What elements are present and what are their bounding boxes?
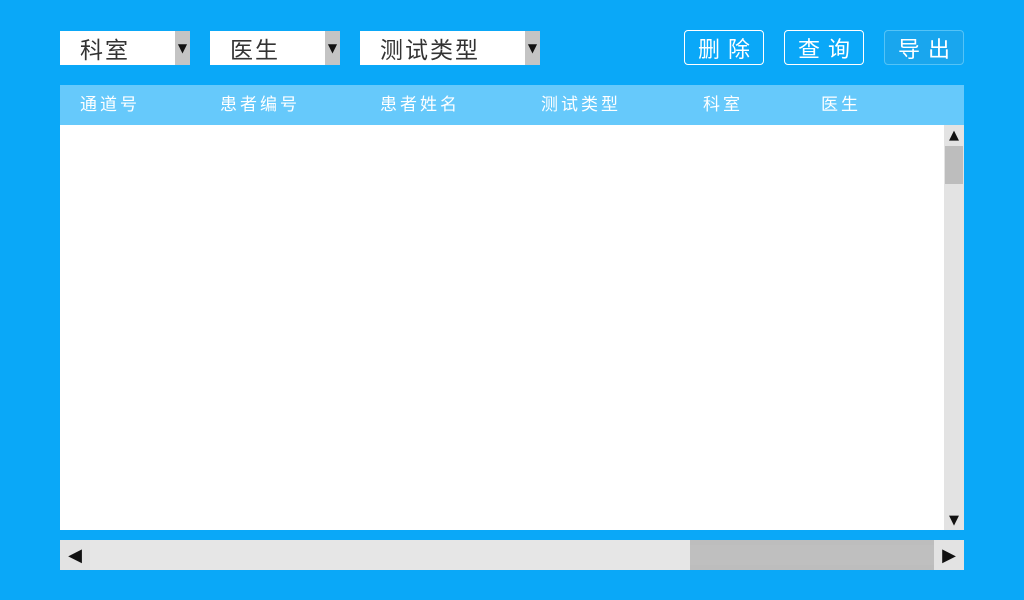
- column-header-department[interactable]: 科室: [703, 85, 743, 125]
- column-header-channel-no[interactable]: 通道号: [80, 85, 140, 125]
- doctor-dropdown[interactable]: 医生 ▼: [210, 31, 340, 65]
- scroll-up-icon[interactable]: ▲: [944, 125, 964, 145]
- chevron-down-icon[interactable]: ▼: [175, 31, 190, 65]
- vertical-scroll-thumb[interactable]: [945, 146, 963, 184]
- delete-button[interactable]: 删除: [684, 30, 764, 65]
- scroll-down-icon[interactable]: ▼: [944, 510, 964, 530]
- query-button[interactable]: 查询: [784, 30, 864, 65]
- test-type-dropdown-label: 测试类型: [380, 38, 480, 64]
- scroll-right-icon[interactable]: ▶: [934, 540, 964, 570]
- export-button[interactable]: 导出: [884, 30, 964, 65]
- chevron-down-icon[interactable]: ▼: [525, 31, 540, 65]
- horizontal-scrollbar[interactable]: ◀ ▶: [60, 540, 964, 570]
- table-header: 通道号 患者编号 患者姓名 测试类型 科室 医生: [60, 85, 964, 125]
- column-header-doctor[interactable]: 医生: [821, 85, 861, 125]
- column-header-patient-id[interactable]: 患者编号: [220, 85, 300, 125]
- doctor-dropdown-label: 医生: [230, 38, 280, 64]
- horizontal-scroll-thumb[interactable]: [90, 540, 690, 570]
- department-dropdown[interactable]: 科室 ▼: [60, 31, 190, 65]
- column-header-patient-name[interactable]: 患者姓名: [380, 85, 460, 125]
- vertical-scrollbar[interactable]: ▲ ▼: [944, 125, 964, 530]
- scroll-left-icon[interactable]: ◀: [60, 540, 90, 570]
- column-header-test-type[interactable]: 测试类型: [541, 85, 621, 125]
- horizontal-scroll-track[interactable]: [690, 545, 934, 565]
- table-body: [60, 125, 944, 530]
- chevron-down-icon[interactable]: ▼: [325, 31, 340, 65]
- test-type-dropdown[interactable]: 测试类型 ▼: [360, 31, 540, 65]
- department-dropdown-label: 科室: [80, 38, 130, 64]
